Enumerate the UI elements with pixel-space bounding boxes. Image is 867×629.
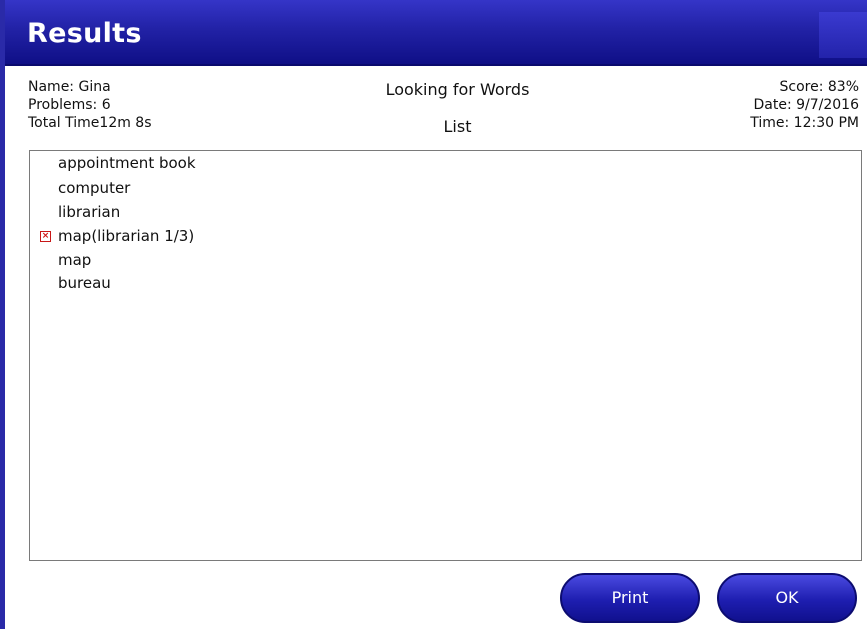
- title-bar: Results: [5, 0, 867, 66]
- x-mark-icon: ×: [40, 231, 51, 242]
- print-button[interactable]: Print: [560, 573, 700, 623]
- list-item: librarian: [58, 201, 120, 223]
- list-item: map: [58, 249, 91, 271]
- activity-title: Looking for Words: [385, 80, 530, 99]
- list-item: computer: [58, 177, 130, 199]
- date: Date: 9/7/2016: [753, 97, 859, 113]
- activity-mode: List: [443, 117, 472, 136]
- list-item: appointment book: [58, 152, 196, 174]
- results-list[interactable]: appointment book computer librarian × ma…: [29, 150, 862, 561]
- results-window: Results Name: Gina Problems: 6 Total Tim…: [0, 0, 867, 629]
- ok-button[interactable]: OK: [717, 573, 857, 623]
- list-item: bureau: [58, 272, 111, 294]
- list-item-label: map: [58, 251, 92, 269]
- score: Score: 83%: [779, 79, 860, 95]
- list-item-label: computer: [58, 179, 131, 197]
- list-item-label: bureau: [58, 274, 111, 292]
- window-title: Results: [27, 18, 142, 49]
- list-item-label: librarian: [58, 203, 121, 221]
- score-info: Score: 83% Date: 9/7/2016 Time: 12:30 PM: [750, 78, 859, 132]
- list-item-label: map(librarian 1/3): [58, 227, 195, 245]
- list-item-label: appointment book: [58, 154, 196, 172]
- time: Time: 12:30 PM: [750, 115, 859, 131]
- list-item-incorrect: × map(librarian 1/3): [40, 225, 195, 247]
- title-bar-corner: [819, 12, 867, 58]
